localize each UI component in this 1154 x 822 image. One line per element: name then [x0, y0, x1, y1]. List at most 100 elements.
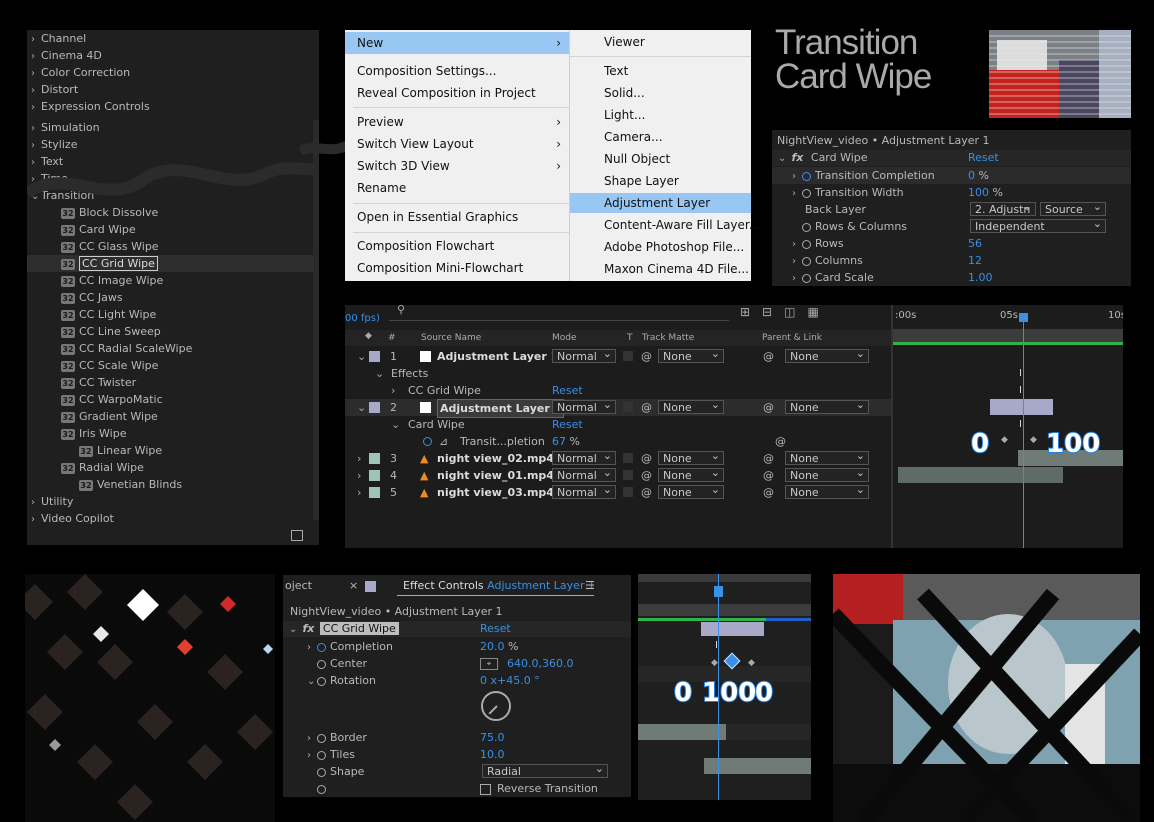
stopwatch-icon[interactable]: [317, 784, 326, 794]
time-ruler[interactable]: :00s 05s 10s: [893, 305, 1123, 347]
keyframe-marker[interactable]: I: [1019, 385, 1022, 396]
effect-item[interactable]: 32 Iris Wipe: [27, 425, 319, 442]
reverse-checkbox[interactable]: [480, 784, 491, 795]
submenu-item[interactable]: Text: [570, 61, 751, 81]
effect-item[interactable]: 32 CC Jaws: [27, 289, 319, 306]
submenu-item[interactable]: Shape Layer: [570, 171, 751, 191]
track-matte-dropdown[interactable]: None: [658, 483, 724, 499]
menu-item-new[interactable]: New ›: [345, 32, 569, 54]
effect-item[interactable]: 32 Venetian Blinds: [27, 476, 319, 493]
chevron-right-icon[interactable]: ›: [307, 639, 317, 656]
effect-item[interactable]: 32 CC Radial ScaleWipe: [27, 340, 319, 357]
track-matte-dropdown[interactable]: None: [658, 449, 724, 465]
parent-dropdown[interactable]: None: [785, 466, 869, 482]
transition-width-value[interactable]: 100 %: [968, 184, 1003, 201]
pickwhip-icon[interactable]: @: [641, 399, 652, 416]
category-item[interactable]: › Cinema 4D: [27, 47, 319, 64]
tab-effect-controls[interactable]: Effect Controls Adjustment Layer 1: [403, 578, 595, 594]
mode-dropdown[interactable]: Normal: [552, 466, 616, 482]
chevron-right-icon[interactable]: ›: [31, 31, 41, 48]
prop-row[interactable]: › Transition Completion: [772, 167, 1131, 184]
submenu-item[interactable]: Viewer: [570, 32, 751, 52]
chevron-right-icon[interactable]: ›: [792, 236, 802, 253]
submenu-item[interactable]: Adjustment Layer: [570, 193, 751, 213]
chevron-down-icon[interactable]: ⌄: [778, 151, 788, 167]
keyframe-diamond[interactable]: ◆: [1001, 435, 1008, 445]
rows-columns-dropdown[interactable]: Independent: [970, 217, 1106, 233]
menu-item-rename[interactable]: Rename: [345, 178, 569, 198]
stopwatch-icon[interactable]: [317, 676, 326, 686]
layer-name[interactable]: Adjustment Layer 1: [437, 348, 558, 365]
mode-dropdown[interactable]: Normal: [552, 398, 616, 414]
rotation-dial[interactable]: [481, 691, 511, 721]
layer-name[interactable]: night view_02.mp4: [437, 450, 554, 467]
stopwatch-icon[interactable]: [802, 222, 811, 232]
menu-item-switch-3d-view[interactable]: Switch 3D View ›: [345, 156, 569, 176]
stopwatch-icon[interactable]: [802, 273, 811, 283]
category-item[interactable]: › Expression Controls: [27, 98, 319, 115]
effect-item[interactable]: 32 Linear Wipe: [27, 442, 319, 459]
t-toggle[interactable]: [623, 351, 633, 361]
keyframe-diamond[interactable]: ◆: [711, 658, 718, 668]
reset-link[interactable]: Reset: [968, 150, 999, 166]
pickwhip-icon[interactable]: @: [763, 467, 774, 484]
pickwhip-icon[interactable]: @: [763, 399, 774, 416]
panel-menu-icon[interactable]: ☰: [585, 578, 595, 594]
submenu-item[interactable]: Camera...: [570, 127, 751, 147]
keyframe-diamond[interactable]: ◆: [1030, 435, 1037, 445]
t-toggle[interactable]: [623, 470, 633, 480]
track-bar[interactable]: [701, 622, 764, 636]
columns-value[interactable]: 12: [968, 252, 982, 269]
effect-item[interactable]: 32 CC Glass Wipe: [27, 238, 319, 255]
stopwatch-icon[interactable]: [802, 171, 811, 181]
track-bar-footage[interactable]: [704, 758, 811, 774]
chevron-right-icon[interactable]: ›: [31, 82, 41, 99]
chevron-down-icon[interactable]: ⌄: [307, 673, 317, 690]
effect-item[interactable]: 32 Gradient Wipe: [27, 408, 319, 425]
chevron-right-icon[interactable]: ›: [31, 48, 41, 65]
mode-dropdown[interactable]: Normal: [552, 483, 616, 499]
prop-row[interactable]: › Rows: [772, 235, 1131, 252]
chevron-right-icon[interactable]: ›: [31, 99, 41, 116]
category-item[interactable]: › Stylize: [27, 136, 319, 153]
effect-row-card-wipe[interactable]: ⌄ Card Wipe Reset: [345, 416, 891, 433]
pickwhip-icon[interactable]: @: [775, 433, 786, 450]
track-matte-dropdown[interactable]: None: [658, 398, 724, 414]
prop-completion[interactable]: › Completion 20.0 %: [283, 638, 631, 655]
fx-row-cc-grid-wipe[interactable]: ⌄ fx CC Grid Wipe Reset: [283, 621, 631, 637]
effect-item[interactable]: 32 CC WarpoMatic: [27, 391, 319, 408]
tab-project[interactable]: oject: [285, 578, 312, 594]
prop-reverse[interactable]: Reverse Transition: [283, 780, 631, 797]
category-item[interactable]: › Channel: [27, 30, 319, 47]
layer-row[interactable]: › 4 ▲ night view_01.mp4 Normal @ None @ …: [345, 466, 891, 484]
graph-icon[interactable]: ⊿: [439, 433, 448, 450]
layer-row[interactable]: › 5 ▲ night view_03.mp4 Normal @ None @ …: [345, 483, 891, 501]
prop-row[interactable]: › Transition Width: [772, 184, 1131, 201]
effect-item[interactable]: 32 CC Twister: [27, 374, 319, 391]
transition-completion-value[interactable]: 0 %: [968, 167, 989, 184]
effect-item[interactable]: 32 CC Scale Wipe: [27, 357, 319, 374]
label-color-swatch[interactable]: [369, 470, 380, 481]
scrollbar[interactable]: [313, 120, 319, 520]
effect-item[interactable]: 32 Card Wipe: [27, 221, 319, 238]
pickwhip-icon[interactable]: @: [641, 348, 652, 365]
menu-item-reveal-composition[interactable]: Reveal Composition in Project: [345, 83, 569, 103]
chevron-icon[interactable]: ›: [357, 467, 361, 484]
parent-dropdown[interactable]: None: [785, 398, 869, 414]
chevron-icon[interactable]: ›: [357, 484, 361, 501]
chevron-right-icon[interactable]: ›: [31, 120, 41, 137]
t-toggle[interactable]: [623, 453, 633, 463]
work-area-bar[interactable]: [638, 604, 811, 616]
crosshair-icon[interactable]: ⌖: [480, 658, 498, 670]
border-value[interactable]: 75.0: [480, 729, 505, 746]
fx-icon[interactable]: fx: [792, 151, 804, 164]
chevron-right-icon[interactable]: ›: [307, 730, 317, 747]
menu-item-switch-view-layout[interactable]: Switch View Layout ›: [345, 134, 569, 154]
reset-link[interactable]: Reset: [480, 621, 511, 637]
effect-item[interactable]: 32 CC Image Wipe: [27, 272, 319, 289]
tiles-value[interactable]: 10.0: [480, 746, 505, 763]
stopwatch-icon[interactable]: [317, 767, 326, 777]
stopwatch-icon[interactable]: [802, 256, 811, 266]
effects-group-row[interactable]: ⌄ Effects: [345, 365, 891, 382]
stopwatch-icon[interactable]: [317, 733, 326, 743]
